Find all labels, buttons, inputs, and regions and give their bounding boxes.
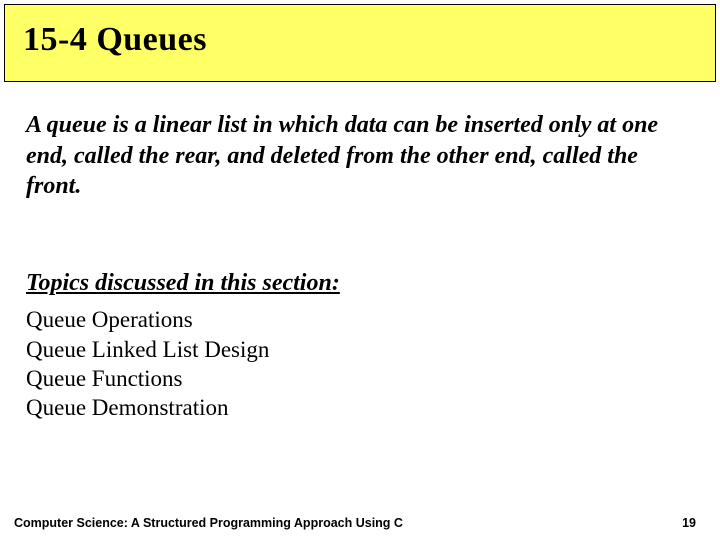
slide-body: A queue is a linear list in which data c…: [0, 82, 720, 423]
slide-title: 15-4 Queues: [23, 21, 697, 59]
title-banner: 15-4 Queues: [4, 4, 716, 82]
page-number: 19: [682, 516, 696, 530]
list-item: Queue Operations: [26, 305, 694, 334]
footer-left: Computer Science: A Structured Programmi…: [14, 516, 403, 530]
list-item: Queue Linked List Design: [26, 335, 694, 364]
topics-list: Queue Operations Queue Linked List Desig…: [26, 305, 694, 423]
list-item: Queue Functions: [26, 364, 694, 393]
footer: Computer Science: A Structured Programmi…: [0, 516, 720, 530]
definition-text: A queue is a linear list in which data c…: [26, 110, 694, 202]
topics-heading: Topics discussed in this section:: [26, 270, 694, 297]
list-item: Queue Demonstration: [26, 393, 694, 422]
